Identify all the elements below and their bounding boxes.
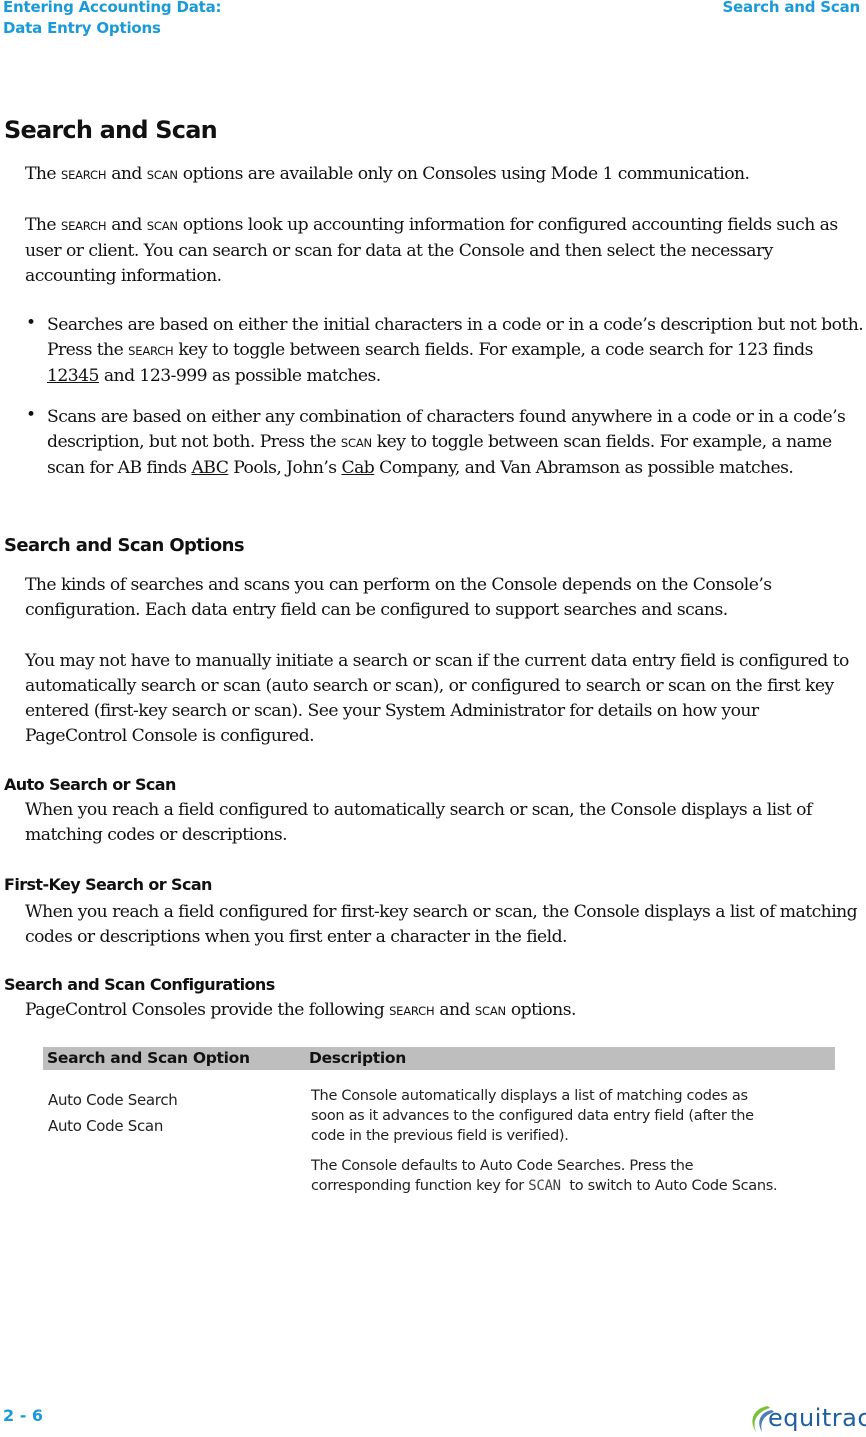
key-search: SEARCH (60, 168, 107, 182)
text: and (434, 1000, 475, 1020)
key-scan: SCAN (474, 1004, 506, 1018)
text: options. (505, 1000, 577, 1020)
subheading-first-key: First-Key Search or Scan (4, 875, 212, 894)
option-auto-code-scan: Auto Code Scan (48, 1117, 164, 1135)
key-scan: SCAN (340, 436, 372, 450)
text: options are available only on Consoles u… (177, 164, 750, 184)
text: and 123-999 as possible matches. (98, 366, 381, 386)
page-number: 2 - 6 (3, 1406, 44, 1425)
key-search: SEARCH (389, 1004, 435, 1018)
column-header-option: Search and Scan Option (47, 1049, 250, 1067)
running-header-left: Entering Accounting Data: Data Entry Opt… (3, 0, 222, 39)
key-scan: SCAN (528, 1178, 561, 1194)
header-chapter: Entering Accounting Data: (3, 0, 222, 16)
intro-paragraph-1: The SEARCH and SCAN options are availabl… (25, 162, 865, 188)
text: PageControl Consoles provide the followi… (25, 1000, 390, 1020)
subheading-configurations: Search and Scan Configurations (4, 975, 275, 994)
subheading-auto: Auto Search or Scan (4, 775, 176, 794)
bullet-icon: • (26, 405, 37, 425)
text: Company, and Van Abramson as possible ma… (374, 458, 794, 478)
underlined-match: ABC (191, 458, 229, 478)
options-paragraph-1: The kinds of searches and scans you can … (25, 575, 772, 620)
text: The (25, 215, 61, 235)
text: Pools, John’s (228, 458, 342, 478)
key-scan: SCAN (146, 168, 178, 182)
table-header: Search and Scan Option Description (43, 1047, 835, 1070)
text: The (25, 164, 61, 184)
configurations-paragraph: PageControl Consoles provide the followi… (25, 998, 865, 1024)
section-heading-options: Search and Scan Options (4, 535, 245, 556)
underlined-match: 12345 (47, 366, 99, 386)
page-title: Search and Scan (4, 116, 218, 144)
text: and (106, 164, 147, 184)
bullet-icon: • (26, 313, 37, 333)
description-paragraph-2: The Console defaults to Auto Code Search… (311, 1156, 781, 1196)
running-header-right: Search and Scan (722, 0, 860, 16)
bullet-item-scan: Scans are based on either any combinatio… (47, 405, 866, 481)
auto-paragraph: When you reach a field configured to aut… (25, 800, 812, 845)
key-search: SEARCH (128, 344, 174, 358)
header-section: Data Entry Options (3, 19, 161, 37)
text: and (106, 215, 147, 235)
underlined-match: Cab (341, 458, 375, 478)
intro-paragraph-2: The SEARCH and SCAN options look up acco… (25, 213, 860, 289)
options-paragraph-2: You may not have to manually initiate a … (25, 651, 849, 746)
column-header-description: Description (309, 1049, 406, 1067)
logo-text: equitrac (768, 1404, 866, 1432)
key-search: SEARCH (60, 219, 107, 233)
key-scan: SCAN (146, 219, 178, 233)
equitrac-logo: equitrac (746, 1402, 866, 1436)
description-paragraph-1: The Console automatically displays a lis… (311, 1088, 754, 1144)
first-key-paragraph: When you reach a field configured for fi… (25, 902, 858, 947)
bullet-item-search: Searches are based on either the initial… (47, 313, 866, 389)
text: key to toggle between search fields. For… (173, 340, 813, 360)
text: to switch to Auto Code Scans. (560, 1178, 778, 1194)
option-auto-code-search: Auto Code Search (48, 1091, 178, 1109)
